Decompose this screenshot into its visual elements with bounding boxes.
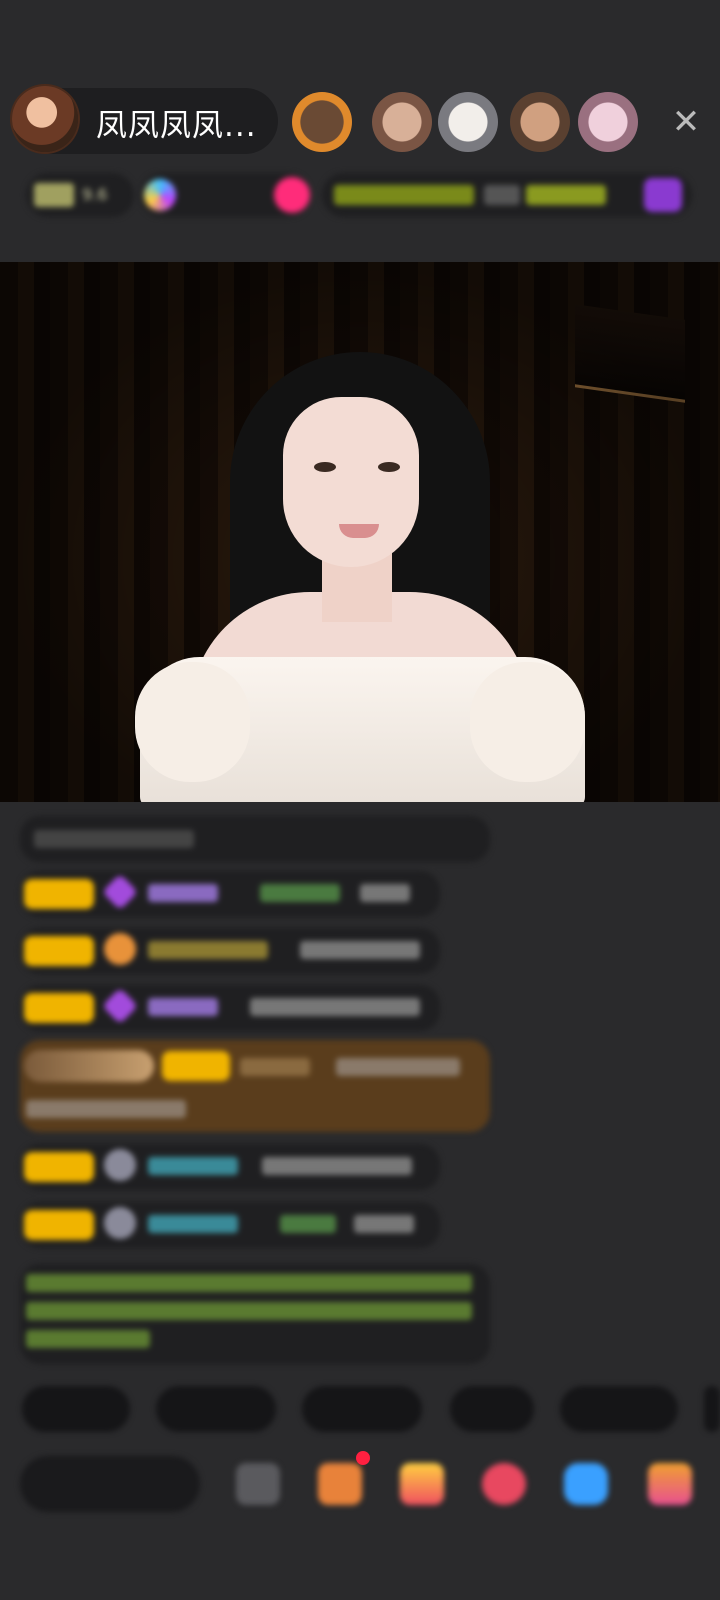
level-badge (24, 1210, 94, 1240)
info-row: 9.6 (0, 173, 720, 217)
chat-username[interactable] (148, 998, 218, 1016)
viewer-avatar-4-icon[interactable] (510, 92, 570, 152)
quick-reply-5[interactable] (560, 1386, 678, 1432)
notice-line (26, 1330, 150, 1348)
game-icon[interactable] (564, 1463, 608, 1505)
notice-segment-2 (484, 185, 520, 205)
chat-text (360, 884, 410, 902)
chat-text (300, 941, 420, 959)
right-sleeve (470, 662, 585, 782)
fire-icon[interactable] (274, 177, 310, 213)
system-placeholder-bar (34, 830, 194, 848)
chat-text (262, 1157, 412, 1175)
quick-reply-1[interactable] (22, 1386, 130, 1432)
chat-username[interactable] (148, 884, 218, 902)
level-badge (24, 879, 94, 909)
notification-dot (356, 1451, 370, 1465)
crown-icon (104, 933, 136, 965)
quick-reply-3[interactable] (302, 1386, 422, 1432)
notice-segment-1 (334, 185, 474, 205)
rank-icon (144, 179, 176, 211)
notice-line (26, 1302, 472, 1320)
left-eye (314, 462, 336, 472)
level-badge (24, 1152, 94, 1182)
vip-badge (24, 1050, 154, 1082)
emoji-icon[interactable] (236, 1463, 280, 1505)
viewer-avatar-5-icon[interactable] (578, 92, 638, 152)
hot-value: 9.6 (82, 185, 108, 204)
viewer-avatar-2-icon[interactable] (372, 92, 432, 152)
close-icon[interactable]: ✕ (668, 104, 704, 140)
chat-text (250, 998, 420, 1016)
viewer-avatar-1-icon[interactable] (292, 92, 352, 152)
hot-icon (34, 183, 74, 207)
chat-text (260, 884, 340, 902)
notice-segment-3 (526, 185, 606, 205)
chat-username[interactable] (148, 941, 268, 959)
chat-text (280, 1215, 336, 1233)
chat-text (26, 1100, 186, 1118)
gift-box-icon[interactable] (318, 1463, 362, 1505)
quick-reply-2[interactable] (156, 1386, 276, 1432)
notice-line (26, 1274, 472, 1292)
user-icon (104, 1207, 136, 1239)
treasure-icon[interactable] (400, 1463, 444, 1505)
live-video[interactable] (0, 262, 720, 802)
chat-username[interactable] (148, 1215, 238, 1233)
left-sleeve (135, 662, 250, 782)
chat-text (336, 1058, 460, 1076)
right-eye (378, 462, 400, 472)
level-badge (24, 936, 94, 966)
quick-reply-6[interactable] (704, 1386, 720, 1432)
chat-text (354, 1215, 414, 1233)
gift-icon[interactable] (644, 178, 682, 212)
more-apps-icon[interactable] (648, 1463, 692, 1505)
chat-username[interactable] (240, 1058, 310, 1076)
host-face (283, 397, 419, 567)
chat-username[interactable] (148, 1157, 238, 1175)
quick-reply-4[interactable] (450, 1386, 534, 1432)
viewer-avatar-3-icon[interactable] (438, 92, 498, 152)
level-badge (162, 1051, 230, 1081)
host-avatar[interactable] (12, 86, 78, 152)
host-name: 凤凤凤凤... (96, 108, 257, 144)
heart-chat-icon[interactable] (482, 1463, 526, 1505)
level-badge (24, 993, 94, 1023)
user-icon (104, 1149, 136, 1181)
chat-input[interactable] (20, 1456, 200, 1512)
